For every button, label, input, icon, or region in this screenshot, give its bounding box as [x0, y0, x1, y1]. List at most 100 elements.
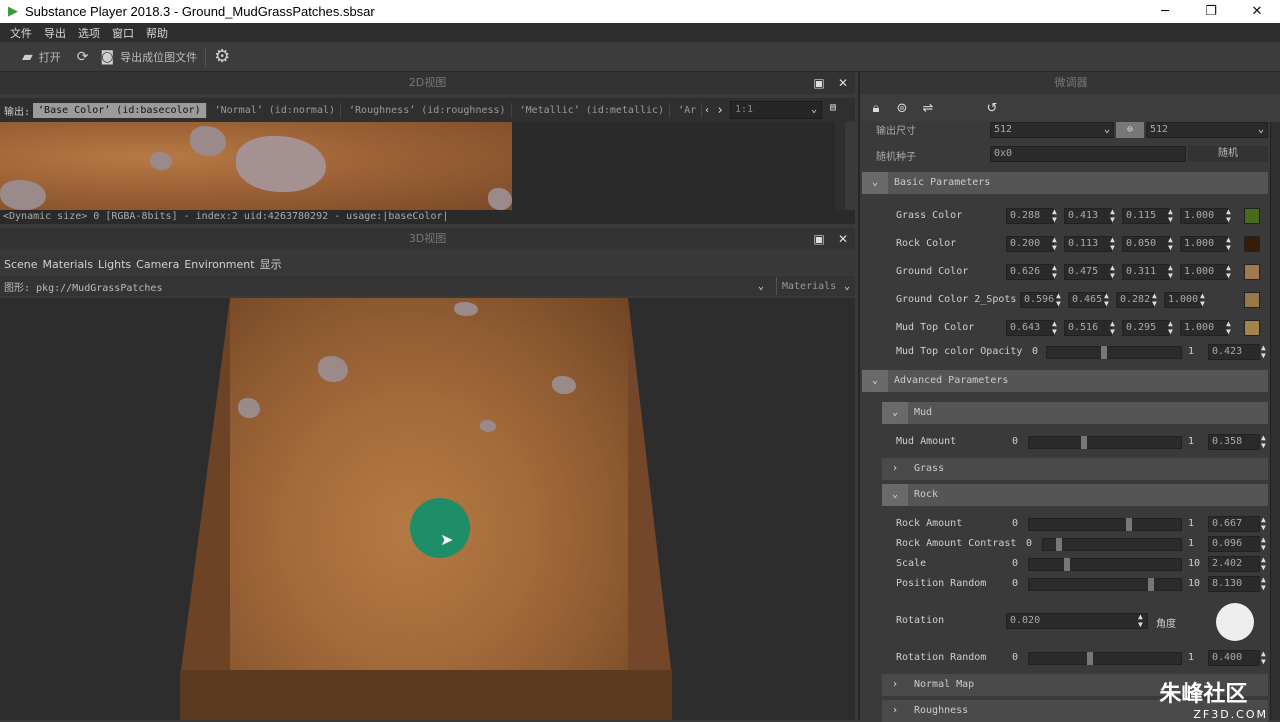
section-rock[interactable]: ⌄ Rock: [882, 484, 1268, 506]
spinner-icon[interactable]: ▲ ▼: [1261, 576, 1269, 592]
color-swatch[interactable]: [1244, 292, 1260, 308]
slider-knob[interactable]: [1081, 436, 1087, 449]
value-field[interactable]: 8.130: [1208, 576, 1260, 592]
color-channel-field[interactable]: 0.311: [1122, 264, 1170, 280]
slider-knob[interactable]: [1064, 558, 1070, 571]
reset-icon[interactable]: ↺: [982, 101, 1002, 116]
section-basic-parameters[interactable]: ⌄ Basic Parameters: [862, 172, 1268, 194]
minimize-button[interactable]: ─: [1142, 0, 1188, 23]
zoom-select[interactable]: 1:1 ⌄: [730, 101, 822, 119]
menu-scene[interactable]: Scene: [4, 258, 38, 271]
color-channel-field[interactable]: 0.050: [1122, 236, 1170, 252]
open-button[interactable]: ▰ 打开: [22, 49, 61, 65]
color-channel-field[interactable]: 0.288: [1006, 208, 1054, 224]
spinner-icon[interactable]: ▲ ▼: [1110, 320, 1118, 336]
spinner-icon[interactable]: ▲ ▼: [1226, 208, 1234, 224]
slider-knob[interactable]: [1056, 538, 1062, 551]
menu-materials[interactable]: Materials: [43, 258, 93, 271]
menu-lights[interactable]: Lights: [98, 258, 131, 271]
output-height-select[interactable]: 512 ⌄: [1146, 122, 1268, 138]
spinner-icon[interactable]: ▲ ▼: [1226, 236, 1234, 252]
section-advanced-parameters[interactable]: ⌄ Advanced Parameters: [862, 370, 1268, 392]
output-chip-basecolor[interactable]: ‘Base Color’ (id:basecolor): [33, 102, 207, 118]
spinner-icon[interactable]: ▲ ▼: [1138, 613, 1146, 629]
rotation-random-slider[interactable]: [1028, 652, 1182, 665]
color-channel-field[interactable]: 1.000: [1164, 292, 1202, 308]
menu-display[interactable]: 显示: [260, 256, 282, 272]
color-channel-field[interactable]: 0.295: [1122, 320, 1170, 336]
color-channel-field[interactable]: 0.626: [1006, 264, 1054, 280]
spinner-icon[interactable]: ▲ ▼: [1052, 236, 1060, 252]
spinner-icon[interactable]: ▲ ▼: [1200, 292, 1208, 308]
color-channel-field[interactable]: 0.516: [1064, 320, 1112, 336]
scroll-left-icon[interactable]: ‹: [704, 105, 710, 116]
spinner-icon[interactable]: ▲ ▼: [1226, 320, 1234, 336]
export-bitmap-button[interactable]: ◙ 导出成位图文件: [101, 49, 198, 65]
value-field[interactable]: 0.667: [1208, 516, 1260, 532]
menu-help[interactable]: 帮助: [146, 25, 168, 41]
spinner-icon[interactable]: ▲ ▼: [1261, 344, 1269, 360]
value-field[interactable]: 0.096: [1208, 536, 1260, 552]
mud-amount-slider[interactable]: [1028, 436, 1182, 449]
close-panel-icon[interactable]: ✕: [834, 72, 852, 94]
color-channel-field[interactable]: 1.000: [1180, 320, 1228, 336]
slider-knob[interactable]: [1101, 346, 1107, 359]
spinner-icon[interactable]: ▲ ▼: [1168, 236, 1176, 252]
maximize-button[interactable]: ❐: [1188, 0, 1234, 23]
color-swatch[interactable]: [1244, 236, 1260, 252]
param-slider[interactable]: [1042, 538, 1182, 551]
pin-icon[interactable]: ⇌: [918, 101, 938, 116]
color-channel-field[interactable]: 0.115: [1122, 208, 1170, 224]
output-chip-ao[interactable]: ‘Ar: [673, 102, 703, 118]
color-channel-field[interactable]: 0.475: [1064, 264, 1112, 280]
spinner-icon[interactable]: ▲ ▼: [1168, 320, 1176, 336]
color-channel-field[interactable]: 0.465: [1068, 292, 1106, 308]
section-mud[interactable]: ⌄ Mud: [882, 402, 1268, 424]
color-channel-field[interactable]: 1.000: [1180, 208, 1228, 224]
color-swatch[interactable]: [1244, 320, 1260, 336]
view-options-icon[interactable]: ▤: [830, 102, 836, 113]
spinner-icon[interactable]: ▲ ▼: [1110, 264, 1118, 280]
color-channel-field[interactable]: 0.200: [1006, 236, 1054, 252]
output-chip-metallic[interactable]: ‘Metallic’ (id:metallic): [515, 102, 671, 118]
menu-window[interactable]: 窗口: [112, 25, 134, 41]
slider-knob[interactable]: [1087, 652, 1093, 665]
spinner-icon[interactable]: ▲ ▼: [1261, 536, 1269, 552]
spinner-icon[interactable]: ▲ ▼: [1052, 264, 1060, 280]
spinner-icon[interactable]: ▲ ▼: [1261, 556, 1269, 572]
close-panel-icon[interactable]: ✕: [834, 228, 852, 250]
value-field[interactable]: 0.400: [1208, 650, 1260, 666]
materials-dropdown[interactable]: Materials: [782, 281, 836, 292]
spinner-icon[interactable]: ▲ ▼: [1168, 208, 1176, 224]
value-field[interactable]: 2.402: [1208, 556, 1260, 572]
mud-top-opacity-slider[interactable]: [1046, 346, 1182, 359]
float-panel-icon[interactable]: ▣: [810, 228, 828, 250]
spinner-icon[interactable]: ▲ ▼: [1110, 236, 1118, 252]
slider-knob[interactable]: [1126, 518, 1132, 531]
menu-environment[interactable]: Environment: [184, 258, 254, 271]
color-channel-field[interactable]: 1.000: [1180, 236, 1228, 252]
geometry-dropdown-chevron-icon[interactable]: ⌄: [758, 281, 764, 292]
spinner-icon[interactable]: ▲ ▼: [1056, 292, 1064, 308]
color-channel-field[interactable]: 0.413: [1064, 208, 1112, 224]
spinner-icon[interactable]: ▲ ▼: [1104, 292, 1112, 308]
viewport-3d[interactable]: ➤: [0, 298, 855, 720]
spinner-icon[interactable]: ▲ ▼: [1052, 320, 1060, 336]
lock-icon[interactable]: 🔒︎: [866, 101, 886, 116]
spinner-icon[interactable]: ▲ ▼: [1110, 208, 1118, 224]
param-slider[interactable]: [1028, 558, 1182, 571]
color-channel-field[interactable]: 0.113: [1064, 236, 1112, 252]
settings-button[interactable]: ⚙: [214, 46, 236, 67]
scroll-right-icon[interactable]: ›: [716, 103, 724, 118]
slider-knob[interactable]: [1148, 578, 1154, 591]
output-chip-roughness[interactable]: ‘Roughness’ (id:roughness): [344, 102, 512, 118]
output-chip-normal[interactable]: ‘Normal’ (id:normal): [210, 102, 342, 118]
spinner-icon[interactable]: ▲ ▼: [1261, 650, 1269, 666]
param-slider[interactable]: [1028, 518, 1182, 531]
menu-camera[interactable]: Camera: [136, 258, 179, 271]
color-channel-field[interactable]: 0.596: [1020, 292, 1058, 308]
spinner-icon[interactable]: ▲ ▼: [1226, 264, 1234, 280]
seed-input[interactable]: 0x0: [990, 146, 1186, 162]
float-panel-icon[interactable]: ▣: [810, 72, 828, 94]
reload-button[interactable]: ⟳: [77, 49, 95, 65]
